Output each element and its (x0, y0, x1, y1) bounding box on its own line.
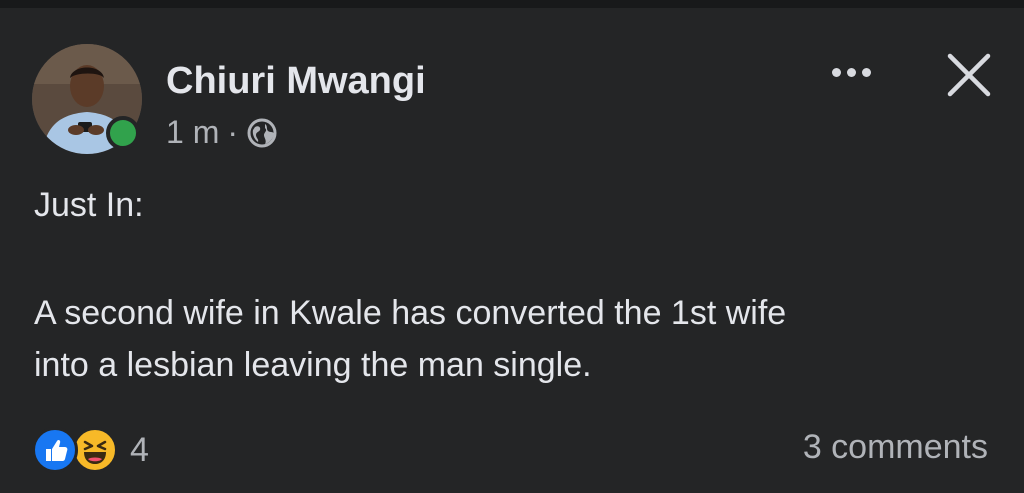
more-options-icon[interactable] (820, 52, 882, 92)
haha-icon (72, 427, 118, 473)
comments-count[interactable]: 3 comments (803, 428, 988, 467)
reaction-count: 4 (130, 430, 149, 469)
post-text-line-2: A second wife in Kwale has converted the… (34, 294, 787, 332)
post-card: Chiuri Mwangi 1 m · Just In: A second wi… (0, 8, 1024, 493)
top-strip (0, 0, 1024, 8)
close-icon[interactable] (942, 48, 996, 102)
reactions-summary[interactable]: 4 (32, 426, 149, 474)
post-text-line-3: into a lesbian leaving the man single. (34, 346, 592, 384)
like-icon (32, 427, 78, 473)
online-status-dot (106, 116, 140, 150)
post-meta: 1 m · (166, 114, 278, 151)
author-name[interactable]: Chiuri Mwangi (166, 60, 426, 103)
meta-separator: · (227, 114, 238, 150)
post-time[interactable]: 1 m (166, 114, 219, 151)
globe-icon[interactable] (246, 117, 278, 149)
post-text-line-1: Just In: (34, 186, 144, 224)
